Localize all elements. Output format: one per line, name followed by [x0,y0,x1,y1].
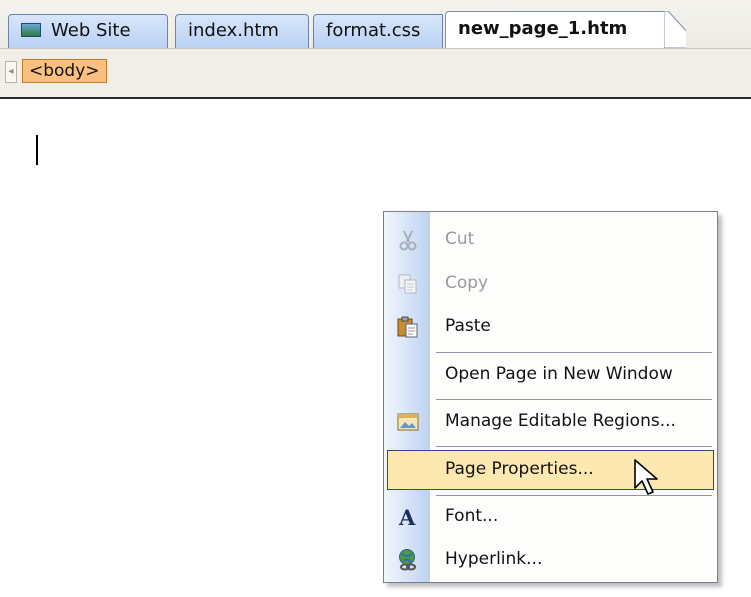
menu-separator [436,352,712,353]
editable-regions-icon [396,410,420,434]
svg-text:A: A [398,505,416,529]
active-tab-corner [664,11,686,48]
menu-item-label: Page Properties... [445,459,594,479]
context-menu: Cut Copy Paste Open Page in New Window M… [383,211,718,583]
scissors-icon [396,228,420,252]
web-site-icon [21,22,41,37]
tab-label: index.htm [188,20,279,41]
menu-item-hyperlink[interactable]: Hyperlink... [387,540,714,580]
menu-item-label: Font... [445,506,499,526]
menu-item-label: Copy [445,273,489,293]
tab-index-htm[interactable]: index.htm [175,14,309,48]
menu-item-page-properties[interactable]: Page Properties... [387,450,714,490]
menu-item-manage-editable-regions[interactable]: Manage Editable Regions... [387,402,714,442]
menu-separator [436,446,712,447]
tab-label: format.css [326,20,421,41]
menu-item-label: Paste [445,316,491,336]
menu-item-label: Open Page in New Window [445,364,673,384]
menu-item-paste[interactable]: Paste [387,307,714,347]
quick-tag-selector-bar: ◂ <body> [0,49,751,99]
tab-label: Web Site [51,20,131,41]
tab-new-page-1-htm[interactable]: new_page_1.htm [445,11,665,48]
menu-separator [436,495,712,496]
menu-item-label: Manage Editable Regions... [445,411,676,431]
menu-item-open-page-new-window[interactable]: Open Page in New Window [387,355,714,395]
copy-icon [396,272,420,296]
menu-item-copy[interactable]: Copy [387,264,714,304]
hyperlink-globe-icon [396,548,420,572]
clipboard-icon [396,315,420,339]
tab-web-site[interactable]: Web Site [8,14,168,48]
text-caret [36,135,38,165]
menu-item-label: Cut [445,229,475,249]
menu-item-label: Hyperlink... [445,549,543,569]
menu-item-cut[interactable]: Cut [387,220,714,260]
tag-scroll-left-button[interactable]: ◂ [5,61,17,83]
menu-separator [436,399,712,400]
body-tag-button[interactable]: <body> [22,59,107,83]
tab-label: new_page_1.htm [458,18,628,39]
mouse-pointer-icon [633,458,663,502]
menu-item-font[interactable]: A Font... [387,497,714,537]
font-icon: A [396,505,420,530]
document-tab-strip: Web Site index.htm format.css new_page_1… [0,0,751,49]
tab-format-css[interactable]: format.css [313,14,443,48]
